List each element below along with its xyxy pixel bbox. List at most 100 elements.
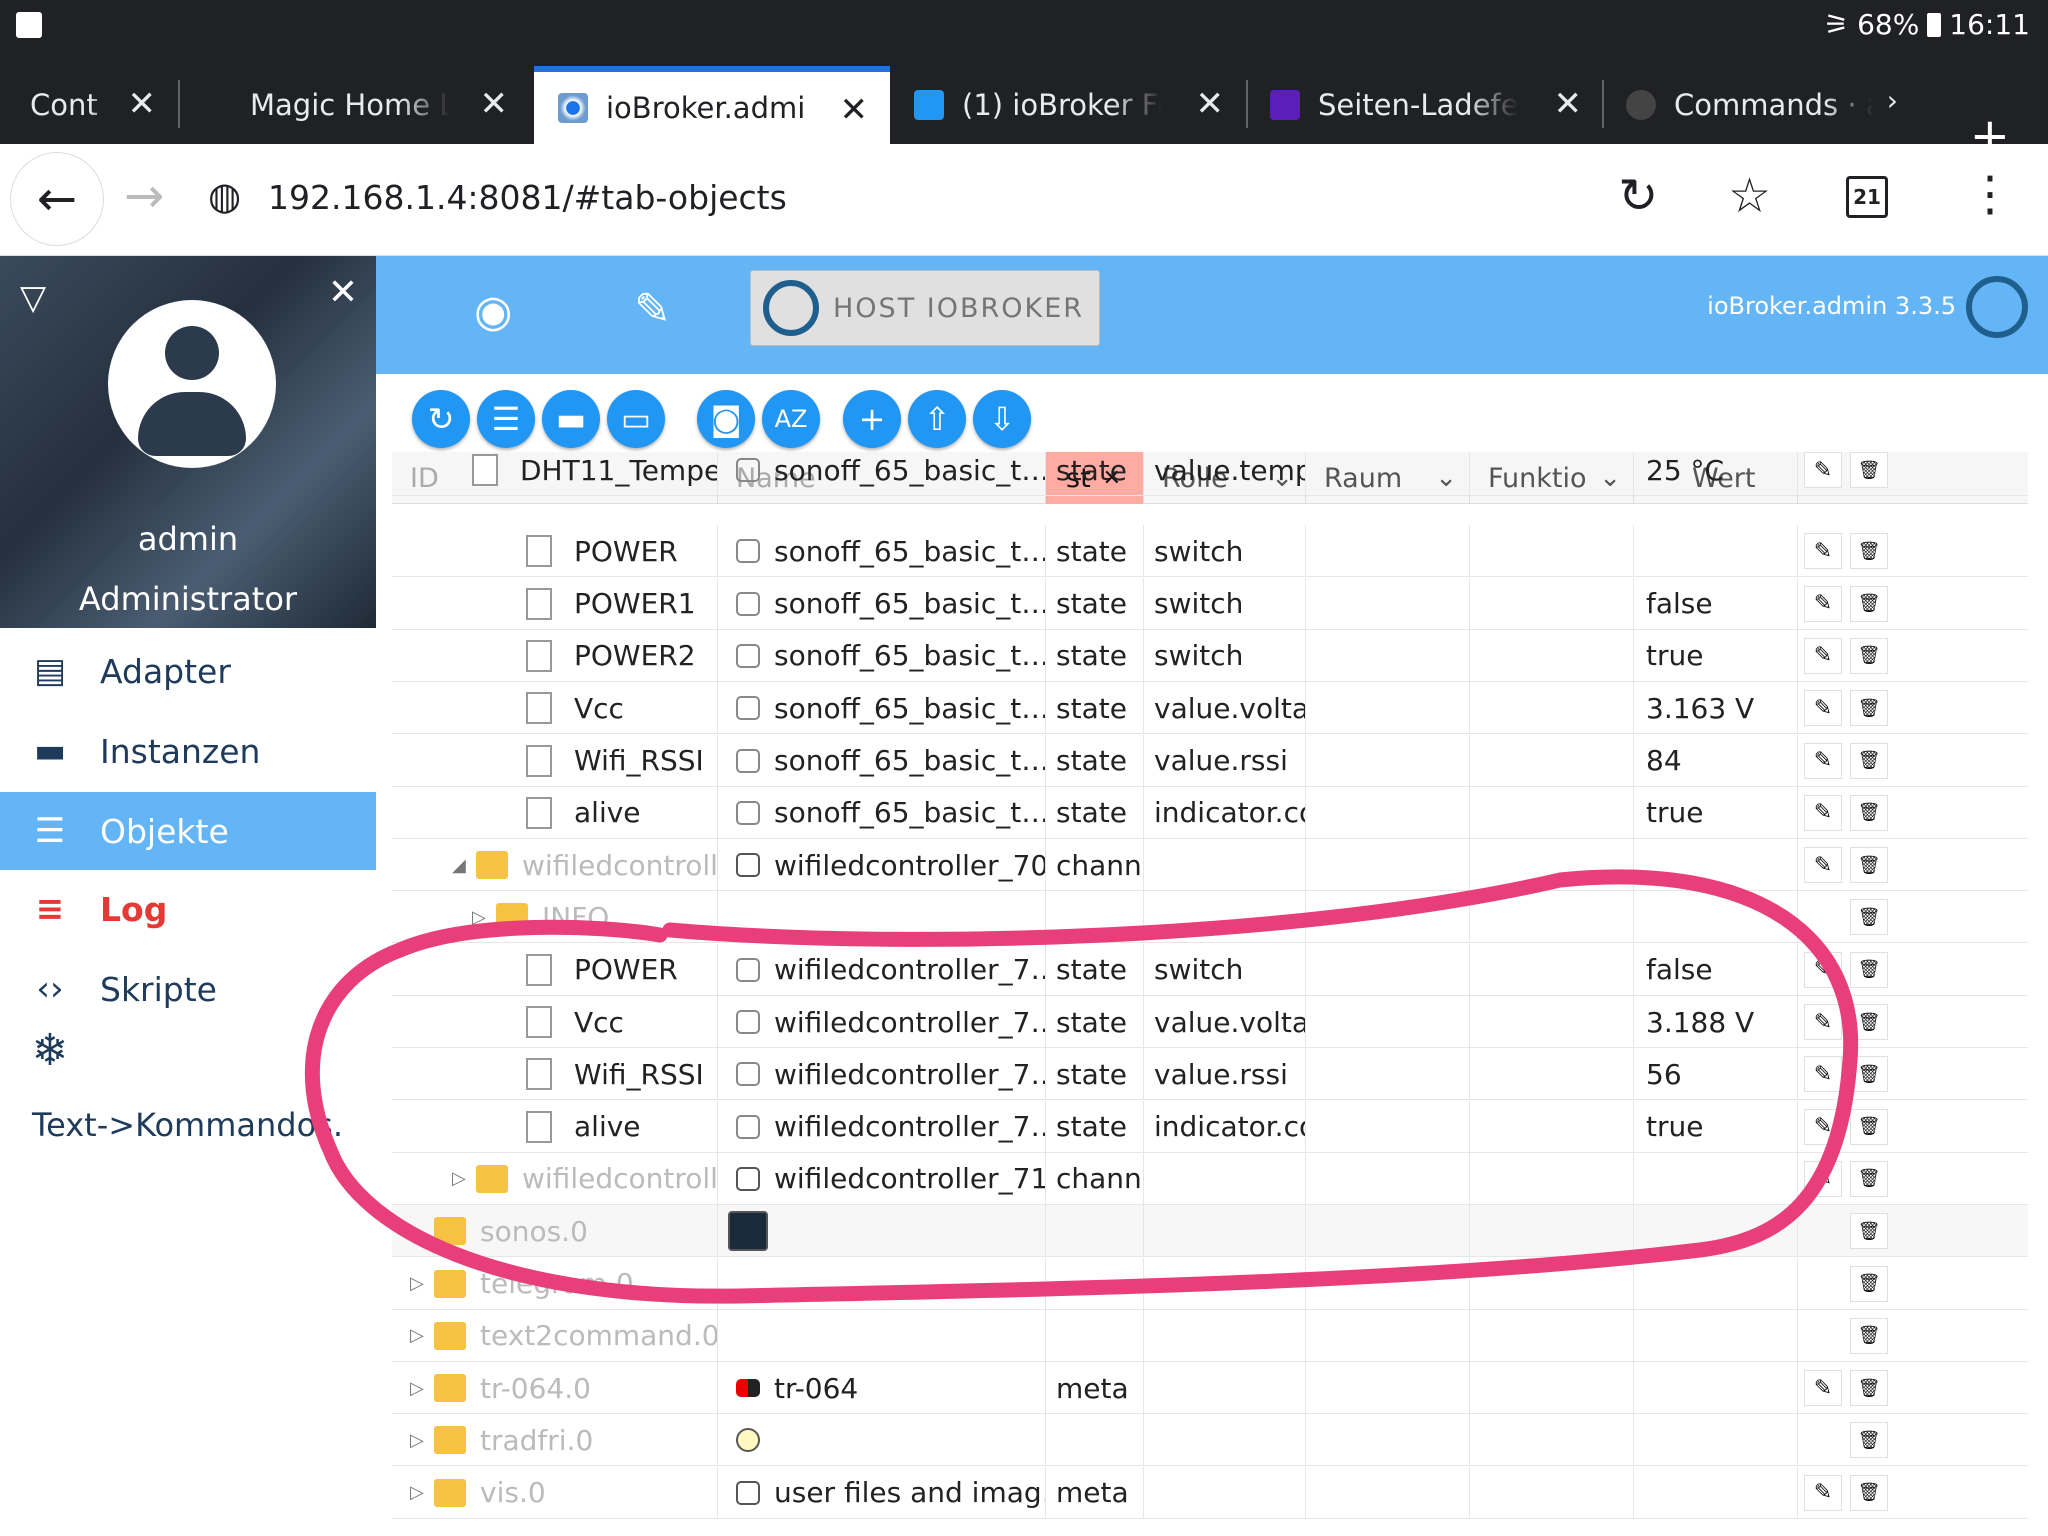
edit-icon[interactable]: ✎	[1804, 951, 1842, 988]
delete-icon[interactable]: 🗑	[1850, 637, 1888, 674]
list-view-button[interactable]: ☰	[477, 390, 535, 448]
upload-button[interactable]: ⇧	[908, 390, 966, 448]
table-row[interactable]: alive wifiledcontroller_7… state indicator.…	[392, 1100, 2028, 1153]
delete-icon[interactable]: 🗑	[1850, 1265, 1888, 1302]
expand-arrow-icon[interactable]: ▷	[410, 1482, 434, 1503]
download-button[interactable]: ⇩	[973, 390, 1031, 448]
table-row[interactable]: ▷ sonos.0 🗑	[392, 1205, 2028, 1258]
edit-icon[interactable]: ✎	[1804, 847, 1842, 884]
tab-overflow-icon[interactable]: ›	[1887, 84, 1898, 117]
sidebar-item-objekte[interactable]: ☰ Objekte	[0, 792, 376, 870]
delete-icon[interactable]: 🗑	[1850, 847, 1888, 884]
sidebar-item-log[interactable]: ≡ Log	[0, 870, 376, 948]
table-row[interactable]: ▷ tr-064.0 tr-064 meta ✎ 🗑	[392, 1362, 2028, 1415]
eye-icon[interactable]: ◉	[474, 286, 512, 337]
add-button[interactable]: +	[843, 390, 901, 448]
table-row[interactable]: ▷ telegram.0 🗑	[392, 1257, 2028, 1310]
close-icon[interactable]: ✕	[328, 272, 358, 313]
browser-tab-5[interactable]: Seiten-Ladefehl ✕	[1248, 66, 1604, 144]
browser-tab-4[interactable]: (1) ioBroker For ✕	[890, 66, 1246, 144]
delete-icon[interactable]: 🗑	[1850, 1213, 1888, 1250]
reload-button[interactable]: ↻	[1618, 168, 1658, 224]
expand-arrow-icon[interactable]: ▷	[472, 907, 496, 928]
menu-dots-icon[interactable]: ⋮	[1966, 166, 2014, 222]
delete-icon[interactable]: 🗑	[1850, 794, 1888, 831]
back-button[interactable]: ←	[10, 152, 104, 246]
delete-icon[interactable]: 🗑	[1850, 533, 1888, 570]
sidebar-item-skripte[interactable]: ‹› Skripte	[0, 950, 376, 1028]
delete-icon[interactable]: 🗑	[1850, 690, 1888, 727]
expand-arrow-icon[interactable]: ▷	[452, 1168, 476, 1189]
sidebar-item-instanzen[interactable]: ▬ Instanzen	[0, 712, 376, 790]
delete-icon[interactable]: 🗑	[1850, 1370, 1888, 1407]
browser-tab-1[interactable]: Cont ✕	[0, 66, 178, 144]
browser-tab-6[interactable]: Commands · ar ›	[1604, 66, 1920, 144]
browser-tab-3[interactable]: ioBroker.admin ✕	[534, 66, 890, 144]
edit-icon[interactable]: ✎	[1804, 533, 1842, 570]
delete-icon[interactable]: 🗑	[1850, 1317, 1888, 1354]
tab-close-icon[interactable]: ✕	[480, 84, 509, 124]
sidebar-item-label[interactable]: Text->Kommandos.	[32, 1106, 343, 1144]
tab-close-icon[interactable]: ✕	[1196, 84, 1225, 124]
edit-icon[interactable]: ✎	[1804, 794, 1842, 831]
delete-icon[interactable]: 🗑	[1850, 1474, 1888, 1511]
edit-icon[interactable]: ✎	[1804, 637, 1842, 674]
sort-az-button[interactable]: AZ	[762, 390, 820, 448]
delete-icon[interactable]: 🗑	[1850, 1108, 1888, 1145]
expand-arrow-icon[interactable]: ▷	[410, 1273, 434, 1294]
tab-close-icon[interactable]: ✕	[128, 84, 157, 124]
browser-tab-2[interactable]: Magic Home LE ✕	[180, 66, 530, 144]
refresh-button[interactable]: ↻	[412, 390, 470, 448]
expand-arrow-icon[interactable]: ▷	[410, 1221, 434, 1242]
table-row[interactable]: POWER sonoff_65_basic_t… state switch ✎ 🗑	[392, 525, 2028, 578]
table-row[interactable]: POWER1 sonoff_65_basic_t… state switch false…	[392, 577, 2028, 630]
table-row[interactable]: ▷ vis.0 user files and imag… meta ✎ 🗑	[392, 1466, 2028, 1519]
edit-icon[interactable]: ✎	[1804, 1370, 1842, 1407]
delete-icon[interactable]: 🗑	[1850, 1422, 1888, 1459]
tab-close-icon[interactable]: ✕	[840, 90, 869, 130]
table-row[interactable]: Wifi_RSSI wifiledcontroller_7… state value.…	[392, 1048, 2028, 1101]
contacts-button[interactable]: ◙	[697, 390, 755, 448]
expand-arrow-icon[interactable]: ▷	[410, 1378, 434, 1399]
delete-icon[interactable]: 🗑	[1850, 1004, 1888, 1040]
host-button[interactable]: HOST IOBROKER	[750, 270, 1100, 346]
edit-icon[interactable]: ✎	[1804, 1160, 1842, 1197]
edit-icon[interactable]: ✎	[1804, 452, 1842, 488]
edit-icon[interactable]: ✎	[1804, 1004, 1842, 1040]
edit-icon[interactable]: ✎	[1804, 690, 1842, 727]
table-row[interactable]: DHT11_Tempera sonoff_65_basic_t…statevalu…	[392, 452, 2028, 496]
delete-icon[interactable]: 🗑	[1850, 1056, 1888, 1093]
delete-icon[interactable]: 🗑	[1850, 951, 1888, 988]
delete-icon[interactable]: 🗑	[1850, 452, 1888, 488]
table-row[interactable]: ◢ wifiledcontroller_ wifiledcontroller_70c…	[392, 839, 2028, 892]
table-row[interactable]: Vcc wifiledcontroller_7…statevalue.voltag…	[392, 996, 2028, 1048]
collapse-triangle-icon[interactable]: ▽	[20, 278, 46, 318]
expand-arrow-icon[interactable]: ◢	[452, 855, 476, 876]
table-row[interactable]: ▷ text2command.0 🗑	[392, 1309, 2028, 1362]
edit-icon[interactable]: ✎	[1804, 1474, 1842, 1511]
edit-icon[interactable]: ✎	[1804, 1056, 1842, 1093]
sidebar-item-text2command[interactable]: ❄	[0, 1020, 100, 1080]
table-row[interactable]: POWER wifiledcontroller_7… state switch fals…	[392, 943, 2028, 996]
table-row[interactable]: ▷ INFO 🗑	[392, 891, 2028, 944]
sidebar-item-adapter[interactable]: ▤ Adapter	[0, 632, 376, 710]
table-row[interactable]: POWER2 sonoff_65_basic_t… state switch true ✎…	[392, 629, 2028, 682]
bookmark-star-icon[interactable]: ☆	[1728, 168, 1771, 224]
url-field[interactable]: 192.168.1.4:8081/#tab-objects	[268, 178, 787, 217]
tab-switcher-button[interactable]: 21	[1846, 176, 1888, 218]
wrench-icon[interactable]: ✎	[634, 284, 671, 335]
table-row[interactable]: Vcc sonoff_65_basic_t…statevalue.voltag 3.…	[392, 682, 2028, 735]
delete-icon[interactable]: 🗑	[1850, 585, 1888, 622]
edit-icon[interactable]: ✎	[1804, 1108, 1842, 1145]
table-row[interactable]: alive sonoff_65_basic_t…stateindicator.co…	[392, 786, 2028, 839]
table-row[interactable]: ▷ tradfri.0 🗑	[392, 1414, 2028, 1467]
delete-icon[interactable]: 🗑	[1850, 742, 1888, 779]
delete-icon[interactable]: 🗑	[1850, 899, 1888, 936]
folder-button[interactable]: ▬	[542, 390, 600, 448]
edit-icon[interactable]: ✎	[1804, 742, 1842, 779]
table-row[interactable]: ▷ wifiledcontroller_ wifiledcontroller_71i…	[392, 1152, 2028, 1205]
forward-button[interactable]: →	[124, 168, 164, 224]
table-row[interactable]: Wifi_RSSI sonoff_65_basic_t… state value.rs…	[392, 734, 2028, 787]
expand-arrow-icon[interactable]: ▷	[410, 1430, 434, 1451]
tab-close-icon[interactable]: ✕	[1554, 84, 1583, 124]
